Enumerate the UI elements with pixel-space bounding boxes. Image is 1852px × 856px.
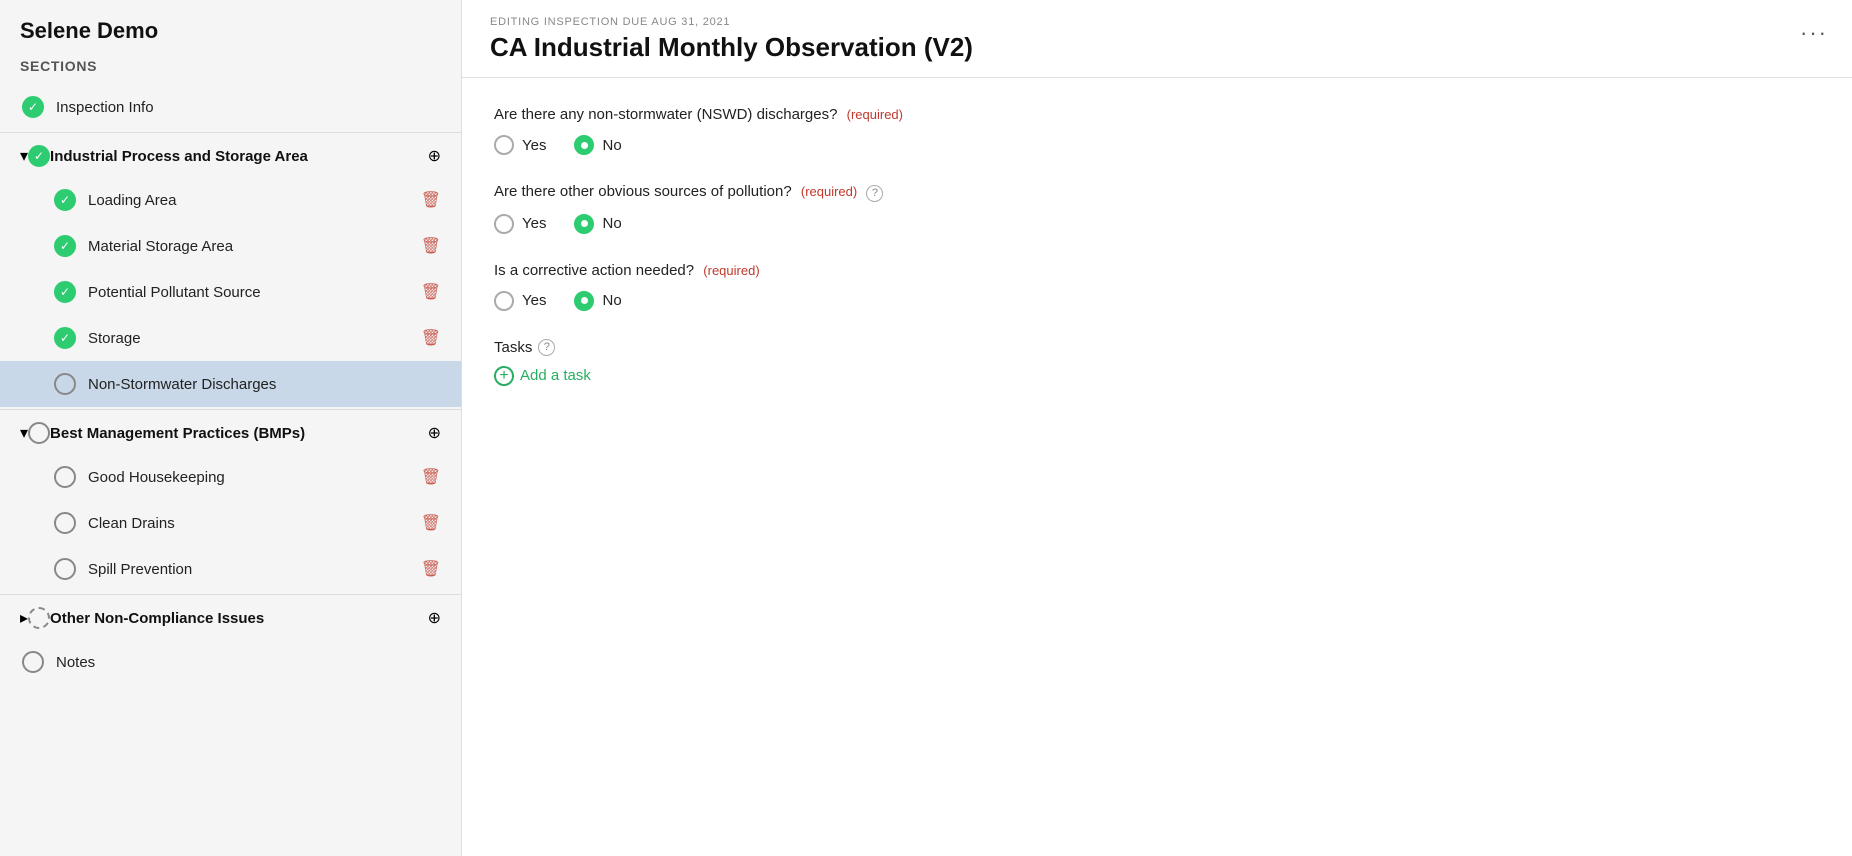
radio-nswd-yes[interactable]: Yes xyxy=(494,135,546,155)
radio-corrective-no[interactable]: No xyxy=(574,291,621,311)
sidebar: Selene Demo Sections ✓ Inspection Info ▾… xyxy=(0,0,462,856)
check-green-icon: ✓ xyxy=(52,279,78,305)
check-green-icon: ✓ xyxy=(52,187,78,213)
help-icon[interactable]: ? xyxy=(866,185,883,202)
inspection-info-label: Inspection Info xyxy=(56,99,441,116)
radio-label-no: No xyxy=(602,137,621,154)
spill-prevention-label: Spill Prevention xyxy=(88,561,421,578)
question-pollution: Are there other obvious sources of pollu… xyxy=(494,183,1820,234)
sections-label: Sections xyxy=(20,58,441,74)
radio-corrective-yes[interactable]: Yes xyxy=(494,291,546,311)
more-options-button[interactable]: ··· xyxy=(1800,20,1828,46)
plus-circle-icon: + xyxy=(494,366,514,386)
radio-circle-no xyxy=(574,214,594,234)
radio-circle-yes xyxy=(494,291,514,311)
chevron-down-icon: ▾ xyxy=(20,146,28,166)
radio-label-yes: Yes xyxy=(522,215,546,232)
sidebar-item-potential-pollutant[interactable]: ✓ Potential Pollutant Source 🗑 xyxy=(0,269,461,315)
tasks-section: Tasks ? + Add a task xyxy=(494,339,1820,386)
main-content-area: EDITING INSPECTION DUE AUG 31, 2021 CA I… xyxy=(462,0,1852,856)
sidebar-item-bmps[interactable]: ▾ Best Management Practices (BMPs) ⊕ xyxy=(0,412,461,454)
bmps-label: Best Management Practices (BMPs) xyxy=(50,425,428,442)
sidebar-item-notes[interactable]: Notes xyxy=(0,639,461,685)
potential-pollutant-label: Potential Pollutant Source xyxy=(88,284,421,301)
clean-drains-label: Clean Drains xyxy=(88,515,421,532)
add-task-label: Add a task xyxy=(520,367,591,384)
sidebar-item-storage[interactable]: ✓ Storage 🗑 xyxy=(0,315,461,361)
question-corrective: Is a corrective action needed? (required… xyxy=(494,262,1820,311)
non-stormwater-label: Non-Stormwater Discharges xyxy=(88,376,441,393)
radio-label-yes: Yes xyxy=(522,292,546,309)
required-badge: (required) xyxy=(703,263,759,278)
question-nswd: Are there any non-stormwater (NSWD) disc… xyxy=(494,106,1820,155)
check-green-icon: ✓ xyxy=(20,94,46,120)
form-content: Are there any non-stormwater (NSWD) disc… xyxy=(462,78,1852,414)
delete-icon[interactable]: 🗑 xyxy=(421,328,441,348)
radio-pollution-no[interactable]: No xyxy=(574,214,621,234)
chevron-down-icon: ▾ xyxy=(20,423,28,443)
add-section-icon[interactable]: ⊕ xyxy=(428,608,441,628)
editing-label: EDITING INSPECTION DUE AUG 31, 2021 xyxy=(490,16,1824,28)
radio-group-corrective: Yes No xyxy=(494,291,1820,311)
sidebar-header: Selene Demo Sections xyxy=(0,0,461,84)
circle-empty-icon xyxy=(28,422,50,444)
delete-icon[interactable]: 🗑 xyxy=(421,282,441,302)
sidebar-item-inspection-info[interactable]: ✓ Inspection Info xyxy=(0,84,461,130)
sidebar-item-other-non-compliance[interactable]: ▸ Other Non-Compliance Issues ⊕ xyxy=(0,597,461,639)
add-section-icon[interactable]: ⊕ xyxy=(428,146,441,166)
circle-empty-icon xyxy=(20,649,46,675)
question-pollution-label: Are there other obvious sources of pollu… xyxy=(494,183,1820,202)
circle-empty-icon xyxy=(52,371,78,397)
radio-nswd-no[interactable]: No xyxy=(574,135,621,155)
delete-icon[interactable]: 🗑 xyxy=(421,559,441,579)
circle-empty-icon xyxy=(52,510,78,536)
delete-icon[interactable]: 🗑 xyxy=(421,236,441,256)
delete-icon[interactable]: 🗑 xyxy=(421,190,441,210)
radio-label-no: No xyxy=(602,292,621,309)
radio-group-nswd: Yes No xyxy=(494,135,1820,155)
material-storage-label: Material Storage Area xyxy=(88,238,421,255)
check-green-icon: ✓ xyxy=(52,233,78,259)
radio-label-no: No xyxy=(602,215,621,232)
loading-area-label: Loading Area xyxy=(88,192,421,209)
circle-empty-icon xyxy=(52,556,78,582)
sidebar-item-loading-area[interactable]: ✓ Loading Area 🗑 xyxy=(0,177,461,223)
check-green-icon: ✓ xyxy=(28,145,50,167)
sidebar-item-clean-drains[interactable]: Clean Drains 🗑 xyxy=(0,500,461,546)
radio-circle-yes xyxy=(494,214,514,234)
sidebar-item-industrial-process[interactable]: ▾ ✓ Industrial Process and Storage Area … xyxy=(0,135,461,177)
main-header: EDITING INSPECTION DUE AUG 31, 2021 CA I… xyxy=(462,0,1852,78)
notes-label: Notes xyxy=(56,654,441,671)
circle-dashed-icon xyxy=(28,607,50,629)
storage-label: Storage xyxy=(88,330,421,347)
industrial-process-label: Industrial Process and Storage Area xyxy=(50,148,428,165)
sidebar-item-good-housekeeping[interactable]: Good Housekeeping 🗑 xyxy=(0,454,461,500)
radio-circle-yes xyxy=(494,135,514,155)
add-task-button[interactable]: + Add a task xyxy=(494,366,591,386)
circle-empty-icon xyxy=(52,464,78,490)
add-section-icon[interactable]: ⊕ xyxy=(428,423,441,443)
required-badge: (required) xyxy=(801,184,857,199)
sidebar-item-spill-prevention[interactable]: Spill Prevention 🗑 xyxy=(0,546,461,592)
delete-icon[interactable]: 🗑 xyxy=(421,513,441,533)
sidebar-item-non-stormwater[interactable]: Non-Stormwater Discharges xyxy=(0,361,461,407)
tasks-help-icon[interactable]: ? xyxy=(538,339,555,356)
good-housekeeping-label: Good Housekeeping xyxy=(88,469,421,486)
delete-icon[interactable]: 🗑 xyxy=(421,467,441,487)
check-green-icon: ✓ xyxy=(52,325,78,351)
required-badge: (required) xyxy=(847,107,903,122)
question-nswd-label: Are there any non-stormwater (NSWD) disc… xyxy=(494,106,1820,123)
sidebar-item-material-storage[interactable]: ✓ Material Storage Area 🗑 xyxy=(0,223,461,269)
tasks-label: Tasks ? xyxy=(494,339,1820,356)
page-title: CA Industrial Monthly Observation (V2) xyxy=(490,32,1824,63)
app-title: Selene Demo xyxy=(20,18,441,44)
radio-circle-no xyxy=(574,135,594,155)
radio-group-pollution: Yes No xyxy=(494,214,1820,234)
chevron-right-icon: ▸ xyxy=(20,608,28,628)
radio-circle-no xyxy=(574,291,594,311)
question-corrective-label: Is a corrective action needed? (required… xyxy=(494,262,1820,279)
radio-label-yes: Yes xyxy=(522,137,546,154)
other-non-compliance-label: Other Non-Compliance Issues xyxy=(50,610,428,627)
radio-pollution-yes[interactable]: Yes xyxy=(494,214,546,234)
